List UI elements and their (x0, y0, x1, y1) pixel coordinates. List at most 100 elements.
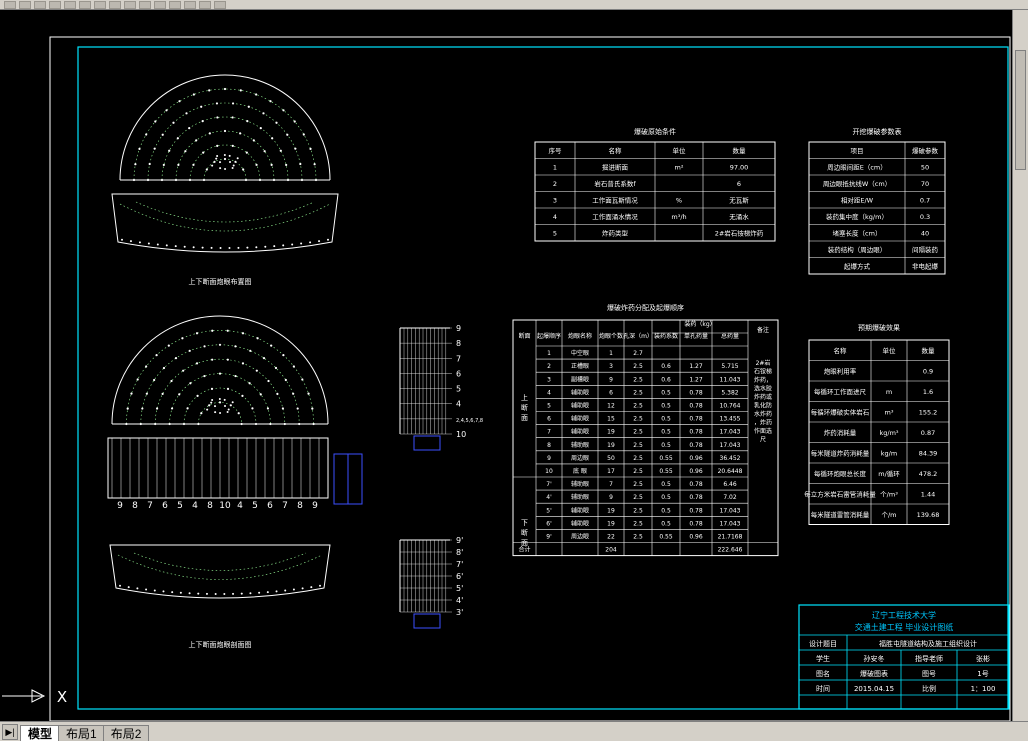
tab-nav-arrow-icon[interactable]: ▶| (2, 724, 18, 740)
blast-hole (275, 121, 278, 124)
scrollbar-thumb[interactable] (1015, 50, 1026, 170)
blast-hole (246, 246, 249, 249)
profile-label: 5' (456, 584, 463, 593)
blast-hole (219, 246, 222, 249)
blast-hole (153, 147, 156, 150)
cut-icon[interactable] (64, 0, 76, 9)
table-cell: 掘进断面 (602, 162, 629, 171)
vertical-scrollbar[interactable] (1012, 10, 1028, 721)
blast-hole (255, 369, 258, 372)
table-cell: 0.78 (689, 416, 703, 423)
blast-hole (229, 404, 232, 407)
table-cell: 6 (547, 416, 551, 423)
blast-hole (203, 374, 206, 378)
table-cell: 9' (546, 533, 552, 540)
cut-hole (216, 155, 219, 158)
blast-hole (208, 404, 211, 407)
blast-hole (211, 358, 214, 361)
excavation-params-table: 开挖爆破参数表项目 爆破参数周边眼间距E（cm） 50 周边眼抵抗线W（cm） 70 相对… (808, 127, 946, 275)
blast-hole (267, 379, 270, 383)
new-icon[interactable] (4, 0, 16, 9)
blast-hole (311, 407, 314, 410)
blast-hole (134, 163, 137, 166)
blast-hole (259, 393, 262, 396)
table-cell: 2 (547, 363, 551, 370)
table-cell: % (676, 196, 682, 204)
zoom-icon[interactable] (154, 0, 166, 9)
profile-label: 2,4,5,6,7,8 (456, 418, 483, 424)
section-upper-label: 面 (521, 414, 528, 422)
table-cell: 0.9 (923, 367, 933, 375)
blast-hole (327, 238, 329, 241)
pan-icon[interactable] (139, 0, 151, 9)
blast-hole (231, 102, 235, 105)
blast-hole (202, 151, 205, 154)
table-cell: 个/m³ (880, 490, 898, 498)
blast-hole (200, 412, 203, 415)
table-cell: 0.5 (661, 442, 671, 449)
profile-label: 3' (456, 608, 463, 617)
table-cell: 4 (547, 389, 551, 396)
blast-hole (211, 329, 214, 332)
table-cell: 3 (553, 196, 557, 204)
zoom-window-icon[interactable] (169, 0, 181, 9)
table-cell: 中空眼 (571, 349, 589, 357)
blast-hole (262, 357, 266, 360)
text-style-icon[interactable] (184, 0, 196, 9)
section-lower-label: 断 (521, 528, 528, 537)
table-cell: 辅助眼 (571, 415, 589, 423)
copy-icon[interactable] (79, 0, 91, 9)
table-title: 爆破炸药分配及起爆顺序 (607, 303, 684, 312)
open-icon[interactable] (19, 0, 31, 9)
blast-hole (172, 121, 175, 124)
blast-hole (271, 137, 274, 140)
drawing-canvas[interactable]: 上下断面炮眼布置图 9 8 7 6 5 4 8 10 4 5 6 7 8 9 上下断面炮眼剖面图 9876… (0, 10, 1012, 722)
table-cell: 10 (545, 468, 553, 475)
table-cell: 7.02 (723, 494, 737, 501)
tab-layout-1[interactable]: 布局1 (58, 725, 105, 741)
tab-layout-2[interactable]: 布局2 (102, 725, 150, 741)
blast-hole (153, 589, 156, 592)
table-cell: 周边眼 (571, 532, 589, 540)
hole-number: 9 (312, 501, 318, 511)
table-cell: 每循环工作面进尺 (814, 387, 867, 396)
blast-hole (182, 369, 185, 372)
blast-hole (242, 168, 245, 171)
table-header-cell: 序号 (549, 146, 563, 155)
table-cell: 17.043 (720, 442, 741, 449)
blast-hole (258, 591, 261, 594)
table-cell: 装药集中度（kg/m） (826, 212, 888, 221)
undo-icon[interactable] (109, 0, 121, 9)
layer-icon[interactable] (199, 0, 211, 9)
blast-hole (147, 242, 150, 245)
table-cell: m³ (885, 408, 894, 416)
table-cell: 2.5 (633, 481, 643, 488)
blast-hole (274, 366, 278, 370)
blast-hole (309, 147, 312, 150)
table-cell: 0.6 (661, 363, 671, 370)
blast-hole (232, 592, 235, 595)
blast-hole (249, 349, 252, 352)
blast-hole (294, 147, 297, 150)
blast-hole (299, 162, 302, 166)
blast-hole (201, 246, 204, 249)
redo-icon[interactable] (124, 0, 136, 9)
table-cell: 155.2 (919, 408, 938, 416)
upper-section-caption: 上下断面炮眼布置图 (189, 277, 252, 286)
blast-hole (231, 116, 234, 119)
properties-icon[interactable] (214, 0, 226, 9)
blast-hole (247, 105, 250, 108)
paste-icon[interactable] (94, 0, 106, 9)
save-icon[interactable] (34, 0, 46, 9)
tab-model[interactable]: 模型 (20, 725, 61, 741)
print-icon[interactable] (49, 0, 61, 9)
table-title: 开挖爆破参数表 (853, 127, 902, 136)
remark-line: 乳化防 (754, 402, 772, 410)
blast-hole (196, 394, 199, 397)
blast-hole (282, 244, 285, 247)
table-cell: 1.6 (923, 388, 933, 396)
table-cell: 相对距E/W (841, 195, 874, 204)
table-header-cell: 名称 (834, 346, 848, 355)
table-cell: 0.7 (920, 196, 930, 204)
blast-hole (162, 590, 165, 593)
